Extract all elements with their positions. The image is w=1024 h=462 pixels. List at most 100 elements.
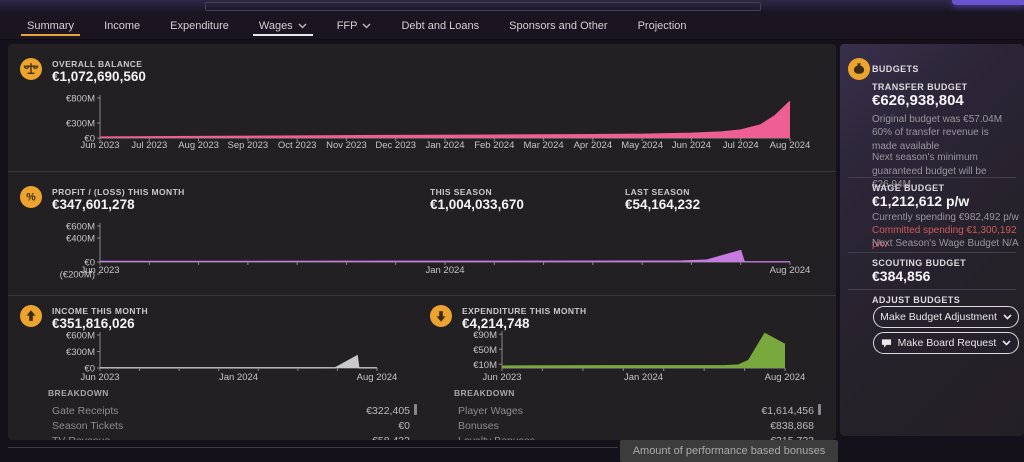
svg-text:Jun 2023: Jun 2023 [80,140,119,151]
svg-text:Jan 2024: Jan 2024 [425,140,464,151]
tab-label: Income [104,19,141,32]
svg-text:Apr 2024: Apr 2024 [574,140,613,151]
wage-budget-label: WAGE BUDGET [872,183,945,193]
tab-income[interactable]: Income [94,12,150,39]
expenditure-label: EXPENDITURE THIS MONTH [462,306,587,316]
svg-text:Jan 2024: Jan 2024 [219,372,258,383]
tooltip-text: Amount of performance based bonuses [632,445,826,457]
svg-text:Jan 2024: Jan 2024 [624,372,663,383]
svg-text:Jul 2024: Jul 2024 [723,140,759,151]
profit-chart: (€200M)€0€400M€600MJun 2023 Jan 2024 Aug 2… [60,222,811,281]
make-board-request-button[interactable]: Make Board Request [873,332,1019,354]
bottom-edge-line [8,447,618,448]
transfer-budget-label: TRANSFER BUDGET [872,82,968,92]
svg-text:Sep 2023: Sep 2023 [228,140,269,151]
wage-next-season-note: Next Season's Wage Budget N/A [872,238,1019,249]
row-value: €0 [398,419,410,432]
tab-expenditure[interactable]: Expenditure [160,12,239,39]
transfer-budget-note: 60% of transfer revenue is made availabl… [872,127,989,152]
arrow-up-icon [20,305,42,327]
expenditure-chart: €10M €50M €90M Jun 2023 Jan 2024 Aug 2024 [473,330,806,383]
svg-text:€90M: €90M [473,330,497,341]
expenditure-breakdown-label: BREAKDOWN [454,388,515,398]
finance-summary-panel: OVERALL BALANCE €1,072,690,560 €0 €300M €8… [8,44,836,440]
continue-button-glow[interactable] [952,0,1024,5]
tab-wages[interactable]: Wages [249,12,317,39]
this-season-label: THIS SEASON [430,187,493,197]
svg-text:€800M: €800M [66,94,95,105]
svg-text:Oct 2023: Oct 2023 [278,140,317,151]
last-season-value: €54,164,232 [625,197,701,212]
title-bar-search-box[interactable] [205,2,761,11]
svg-text:Aug 2024: Aug 2024 [357,372,398,383]
side-divider [848,289,1016,290]
budgets-header: BUDGETS [872,64,919,74]
last-season-label: LAST SEASON [625,187,690,197]
row-value: €322,405 [366,404,410,417]
percent-icon: % [20,186,42,208]
svg-text:Aug 2024: Aug 2024 [765,372,806,383]
row-label: Season Tickets [52,419,124,432]
expenditure-scrollbar[interactable] [818,404,821,415]
svg-text:€300M: €300M [66,347,95,358]
chevron-down-icon [362,23,371,29]
income-breakdown-label: BREAKDOWN [48,388,109,398]
breakdown-row: TV Revenue €58,433 [52,433,410,441]
speech-bubble-icon [881,338,891,348]
svg-text:%: % [26,192,36,204]
section-divider [8,295,836,296]
arrow-down-icon [430,305,452,327]
scouting-budget-value: €384,856 [872,268,931,284]
row-label: Loyalty Bonuses [458,435,535,441]
income-breakdown-list: Gate Receipts €322,405 Season Tickets €0 T… [52,403,410,441]
overall-balance-value: €1,072,690,560 [52,69,146,84]
finances-nav: Summary Income Expenditure Wages FFP Deb… [0,12,1024,40]
income-chart: €0€300M€600MJun 2023 Jan 2024 Aug 2024 [66,331,398,384]
tab-ffp[interactable]: FFP [327,12,382,39]
tab-debt-and-loans[interactable]: Debt and Loans [391,12,489,39]
svg-text:€10M: €10M [473,360,497,371]
overall-balance-chart: €0€300M€800MJun 2023 Jul 2023 Aug 2023 Sep … [66,94,811,152]
transfer-budget-value: €626,938,804 [872,92,964,109]
svg-text:Nov 2023: Nov 2023 [326,140,367,151]
row-label: Gate Receipts [52,404,119,417]
income-scrollbar[interactable] [414,404,417,415]
tab-label: Expenditure [170,19,229,32]
tab-label: Projection [637,19,687,32]
tab-summary[interactable]: Summary [17,12,84,39]
svg-text:€600M: €600M [66,222,95,233]
tab-label: Wages [258,19,293,32]
make-budget-adjustment-button[interactable]: Make Budget Adjustment [873,306,1019,328]
budgets-panel: BUDGETS TRANSFER BUDGET €626,938,804 Ori… [840,44,1024,436]
breakdown-row: Player Wages €1,614,456 [458,403,814,418]
row-label: TV Revenue [52,435,110,441]
expenditure-breakdown-list: Player Wages €1,614,456 Bonuses €838,868 L… [458,403,814,441]
tab-sponsors-and-other[interactable]: Sponsors and Other [499,12,617,39]
side-divider [848,177,1016,178]
svg-text:Jun 2024: Jun 2024 [672,140,711,151]
side-divider [848,252,1016,253]
chevron-down-icon [1003,314,1012,320]
moneybag-icon [848,58,870,80]
breakdown-row: Bonuses €838,868 [458,418,814,433]
svg-text:Aug 2024: Aug 2024 [770,140,811,151]
breakdown-row: Loyalty Bonuses€315,733 [458,433,814,441]
profit-label: PROFIT / (LOSS) THIS MONTH [52,187,185,197]
chevron-down-icon [1002,340,1011,346]
tab-label: Sponsors and Other [509,19,608,32]
tab-projection[interactable]: Projection [628,12,697,39]
svg-text:Jan 2024: Jan 2024 [425,265,464,276]
svg-text:Aug 2023: Aug 2023 [178,140,219,151]
row-value: €838,868 [770,419,814,432]
transfer-budget-note: Original budget was €57.04M [872,114,1003,125]
tab-label: Debt and Loans [401,19,480,32]
row-label: Bonuses [458,419,499,432]
wage-budget-value: €1,212,612 p/w [872,193,970,209]
svg-text:Jun 2023: Jun 2023 [482,372,521,383]
svg-text:Jul 2023: Jul 2023 [131,140,167,151]
bonuses-tooltip: Amount of performance based bonuses [620,440,838,462]
svg-text:Jun 2023: Jun 2023 [80,265,119,276]
profit-value: €347,601,278 [52,197,135,212]
this-season-value: €1,004,033,670 [430,197,524,212]
svg-text:Aug 2024: Aug 2024 [770,265,811,276]
